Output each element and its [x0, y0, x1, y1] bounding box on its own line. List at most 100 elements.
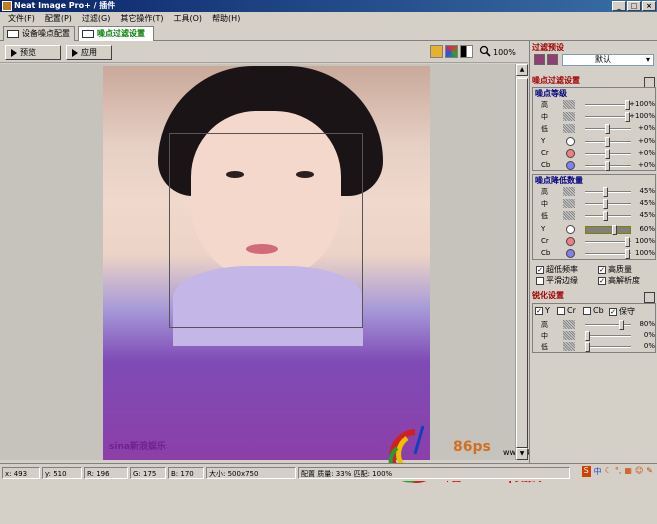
slider-track[interactable]: [585, 187, 631, 197]
sharpen-y-checkbox[interactable]: ✓ Y: [535, 306, 550, 315]
ime-s-icon[interactable]: S: [581, 466, 591, 477]
row-value: +0%: [638, 137, 655, 145]
pattern-swatch: [563, 342, 575, 351]
image-viewport[interactable]: sina新浪娱乐 86ps www.86ps.com 中国Photoshop资源…: [0, 64, 564, 484]
ultra-low-freq-checkbox[interactable]: ✓ 超低频率: [536, 264, 578, 275]
menu-file[interactable]: 文件(F): [3, 12, 40, 25]
cr-channel-dot: [566, 149, 575, 158]
ime-keyboard-icon[interactable]: ▦: [624, 466, 632, 477]
ime-user-icon[interactable]: ☺: [635, 466, 643, 477]
slider-knob[interactable]: [619, 320, 624, 330]
row-value: 45%: [639, 211, 655, 219]
smooth-edges-checkbox[interactable]: 平滑边缘: [536, 275, 578, 286]
scroll-thumb[interactable]: [516, 78, 528, 448]
slider-knob[interactable]: [605, 124, 610, 134]
menu-filter[interactable]: 过滤(G): [77, 12, 115, 25]
menu-tools[interactable]: 工具(O): [169, 12, 208, 25]
slider-knob[interactable]: [605, 161, 610, 171]
checkbox-box: ✓: [598, 276, 606, 285]
apply-button[interactable]: 应用: [66, 45, 112, 60]
ime-tool-icon[interactable]: ✎: [646, 466, 653, 477]
reduction-row-y: Y 60%: [533, 224, 657, 235]
sharpen-cr-checkbox[interactable]: Cr: [557, 306, 576, 315]
slider-track[interactable]: [585, 161, 631, 171]
sharpen-row-high: 高 80%: [533, 319, 657, 330]
row-label: Cr: [541, 237, 549, 245]
scroll-down-button[interactable]: ▼: [516, 448, 528, 460]
slider-track[interactable]: [585, 124, 631, 134]
slider-track[interactable]: [585, 211, 631, 221]
noise-level-row-cb: Cb +0%: [533, 160, 657, 171]
menu-help[interactable]: 帮助(H): [207, 12, 245, 25]
row-label: 低: [541, 125, 548, 133]
scroll-up-button[interactable]: ▲: [516, 64, 528, 76]
slider-track[interactable]: [585, 249, 631, 259]
slider-knob[interactable]: [612, 225, 617, 235]
slider-track[interactable]: [585, 320, 631, 330]
zoom-icon[interactable]: [479, 45, 492, 58]
noise-reduction-group: 噪点降低数量 高 45% 中 45% 低 45% Y 60% Cr 100% Cb 100%: [532, 174, 656, 260]
tab-noise-filter-settings[interactable]: 噪点过滤设置: [78, 26, 154, 42]
row-value: 0%: [643, 331, 655, 339]
slider-track[interactable]: [585, 237, 631, 247]
row-value: +100%: [629, 112, 655, 120]
menu-other[interactable]: 其它操作(T): [115, 12, 168, 25]
app-window: Neat Image Pro+ / 插件 _ □ × 文件(F) 配置(P) 过…: [0, 0, 657, 484]
ime-zh-icon[interactable]: 中: [594, 466, 602, 477]
high-quality-checkbox[interactable]: ✓ 高质量: [598, 264, 632, 275]
vertical-scrollbar[interactable]: ▲ ▼: [515, 64, 528, 460]
settings-panel: 过滤预设 默认 ▾ 噪点过滤设置 噪点等级 高 +100% 中 +100% 低 +0% …: [529, 41, 657, 463]
menu-bar: 文件(F) 配置(P) 过滤(G) 其它操作(T) 工具(O) 帮助(H): [0, 12, 657, 25]
preview-label: 预览: [20, 48, 36, 57]
sharpen-cb-checkbox[interactable]: Cb: [583, 306, 604, 315]
preview-button[interactable]: 预览: [5, 45, 61, 60]
row-label: 低: [541, 343, 548, 351]
row-label: 中: [541, 113, 548, 121]
checkbox-box: [536, 276, 544, 285]
slider-track[interactable]: [585, 149, 631, 159]
slider-track[interactable]: [585, 331, 631, 341]
noise-level-row-high: 高 +100%: [533, 99, 657, 110]
slider-knob[interactable]: [605, 137, 610, 147]
menu-profile[interactable]: 配置(P): [40, 12, 77, 25]
noise-level-title: 噪点等级: [535, 89, 567, 98]
contrast-icon[interactable]: [460, 45, 473, 58]
slider-track[interactable]: [585, 100, 631, 110]
slider-knob[interactable]: [603, 187, 608, 197]
title-bar: Neat Image Pro+ / 插件 _ □ ×: [0, 0, 657, 12]
minimize-button[interactable]: _: [612, 1, 626, 11]
filter-title: 噪点过滤设置: [532, 76, 580, 85]
preset-dropdown[interactable]: 默认 ▾: [562, 54, 654, 66]
slider-track[interactable]: [585, 225, 631, 235]
save-preset-icon[interactable]: [547, 54, 558, 65]
slider-knob[interactable]: [603, 199, 608, 209]
ime-punct-icon[interactable]: °,: [615, 466, 622, 477]
slider-track[interactable]: [585, 137, 631, 147]
slider-track[interactable]: [585, 112, 631, 122]
slider-knob[interactable]: [603, 211, 608, 221]
reduction-title: 噪点降低数量: [535, 176, 583, 185]
row-value: 60%: [639, 225, 655, 233]
palette-icon[interactable]: [430, 45, 443, 58]
ime-moon-icon[interactable]: ☾: [605, 466, 612, 477]
close-button[interactable]: ×: [642, 1, 656, 11]
reduction-row-cb: Cb 100%: [533, 248, 657, 259]
checkbox-box: ✓: [609, 307, 617, 316]
slider-track[interactable]: [585, 199, 631, 209]
slider-knob[interactable]: [585, 342, 590, 352]
selection-rectangle[interactable]: [169, 133, 363, 328]
trash-icon[interactable]: [644, 292, 655, 303]
high-resolution-checkbox[interactable]: ✓ 高解析度: [598, 275, 640, 286]
tab-device-noise-profile[interactable]: 设备噪点配置: [3, 26, 75, 41]
slider-track[interactable]: [585, 342, 631, 352]
load-preset-icon[interactable]: [534, 54, 545, 65]
color-wheel-icon[interactable]: [445, 45, 458, 58]
slider-knob[interactable]: [605, 149, 610, 159]
maximize-button[interactable]: □: [627, 1, 641, 11]
tab-strip: 设备噪点配置 噪点过滤设置: [0, 25, 657, 42]
row-label: 高: [541, 188, 548, 196]
row-label: 高: [541, 101, 548, 109]
sharpen-conservative-checkbox[interactable]: ✓ 保守: [609, 306, 635, 317]
sharpen-group: ✓ Y Cr Cb ✓ 保守 高 80% 中 0% 低 0%: [532, 303, 656, 353]
slider-knob[interactable]: [585, 331, 590, 341]
